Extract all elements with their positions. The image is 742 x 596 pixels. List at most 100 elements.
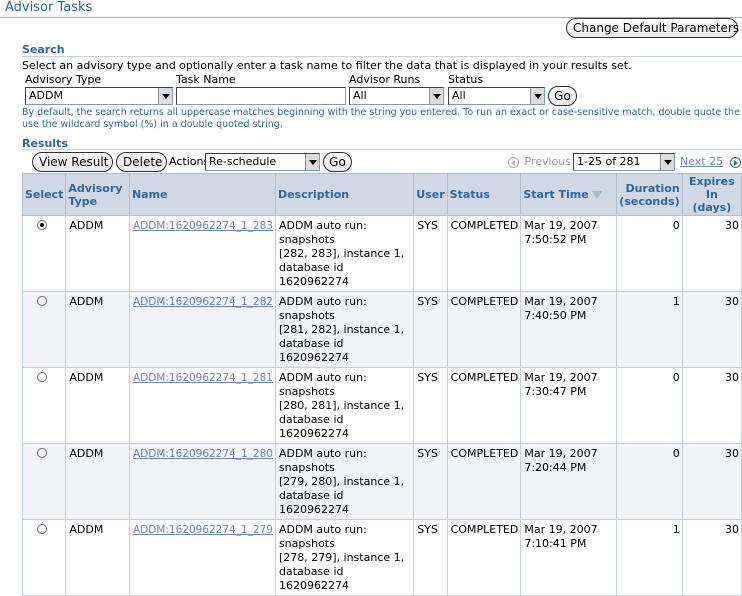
table-row: ADDM ADDM:1620962274_1_280 ADDM auto run… bbox=[21, 443, 742, 520]
search-divider bbox=[22, 56, 742, 57]
status-label: Status bbox=[448, 73, 484, 86]
col-start-time[interactable]: Start Time bbox=[520, 173, 618, 216]
row-name-cell: ADDM:1620962274_1_283 bbox=[128, 215, 276, 292]
actions-go-button[interactable]: Go bbox=[323, 152, 352, 172]
search-go-button[interactable]: Go bbox=[548, 86, 577, 106]
advisory-type-label: Advisory Type bbox=[25, 73, 102, 86]
row-select-cell bbox=[21, 215, 67, 292]
search-heading: Search bbox=[22, 43, 65, 56]
view-result-button[interactable]: View Result bbox=[32, 152, 113, 172]
row-expires: 30 bbox=[681, 519, 742, 596]
row-description-line: ADDM auto run: snapshots bbox=[278, 447, 367, 474]
row-name-link[interactable]: ADDM:1620962274_1_282 bbox=[133, 296, 273, 308]
next-label: Next 25 bbox=[680, 155, 724, 168]
next-arrow-icon bbox=[729, 156, 741, 168]
row-description: ADDM auto run: snapshots [280, 281], inst… bbox=[274, 367, 415, 444]
col-select: Select bbox=[21, 173, 67, 216]
row-user: SYS bbox=[413, 367, 448, 444]
row-name-link[interactable]: ADDM:1620962274_1_280 bbox=[133, 448, 273, 460]
row-select-cell bbox=[21, 367, 67, 444]
row-description: ADDM auto run: snapshots [282, 283], inst… bbox=[274, 215, 415, 292]
col-duration[interactable]: Duration (seconds) bbox=[616, 173, 683, 216]
row-duration: 0 bbox=[616, 215, 683, 292]
row-expires: 30 bbox=[681, 291, 742, 368]
row-type: ADDM bbox=[65, 215, 130, 292]
chevron-down-icon bbox=[305, 154, 319, 170]
row-name-link[interactable]: ADDM:1620962274_1_283 bbox=[133, 220, 273, 232]
row-user: SYS bbox=[413, 443, 448, 520]
row-radio[interactable] bbox=[37, 524, 47, 534]
row-description-line: [280, 281], instance 1, bbox=[278, 399, 405, 412]
chevron-down-icon bbox=[429, 88, 443, 104]
row-name-link[interactable]: ADDM:1620962274_1_281 bbox=[133, 372, 273, 384]
page-range-select[interactable]: 1-25 of 281 bbox=[573, 153, 675, 171]
delete-button[interactable]: Delete bbox=[116, 152, 167, 172]
col-advisory-type[interactable]: Advisory Type bbox=[65, 173, 130, 216]
previous-arrow-icon bbox=[508, 156, 519, 168]
col-advisory-type-line1: Advisory bbox=[68, 181, 123, 195]
row-user: SYS bbox=[413, 519, 448, 596]
task-name-label: Task Name bbox=[176, 73, 236, 86]
next-link[interactable]: Next 25 bbox=[680, 155, 741, 168]
row-start-clock: 7:40:50 PM bbox=[524, 309, 587, 322]
row-description-line: database id 1620962274 bbox=[278, 413, 349, 440]
row-radio[interactable] bbox=[37, 448, 47, 458]
actions-select[interactable]: Re-schedule bbox=[205, 153, 320, 171]
task-name-input[interactable] bbox=[176, 87, 346, 105]
col-status[interactable]: Status bbox=[446, 173, 522, 216]
row-start-time: Mar 19, 2007 7:50:52 PM bbox=[520, 215, 618, 292]
row-radio[interactable] bbox=[37, 296, 47, 306]
col-expires[interactable]: Expires In (days) bbox=[681, 173, 742, 216]
table-row: ADDM ADDM:1620962274_1_282 ADDM auto run… bbox=[21, 291, 742, 368]
row-start-clock: 7:50:52 PM bbox=[524, 233, 587, 246]
status-select[interactable]: All bbox=[448, 87, 545, 105]
col-expires-line1: Expires In bbox=[689, 175, 735, 201]
row-description-line: database id 1620962274 bbox=[278, 565, 349, 592]
advisor-runs-select[interactable]: All bbox=[349, 87, 444, 105]
row-description-line: database id 1620962274 bbox=[278, 261, 349, 288]
sort-descending-icon bbox=[591, 191, 602, 199]
row-start-time: Mar 19, 2007 7:20:44 PM bbox=[520, 443, 618, 520]
advisory-type-select[interactable]: ADDM bbox=[25, 87, 173, 105]
row-description: ADDM auto run: snapshots [278, 279], inst… bbox=[274, 519, 415, 596]
previous-label: Previous bbox=[524, 155, 572, 168]
row-name-cell: ADDM:1620962274_1_281 bbox=[128, 367, 276, 444]
table-header-row: Select Advisory Type Name Description Us… bbox=[21, 173, 742, 216]
results-divider bbox=[22, 149, 742, 150]
row-start-clock: 7:10:41 PM bbox=[524, 537, 587, 550]
previous-link[interactable]: Previous bbox=[508, 155, 571, 168]
col-name[interactable]: Name bbox=[128, 173, 276, 216]
status-value: All bbox=[452, 89, 466, 102]
row-user: SYS bbox=[413, 215, 448, 292]
row-name-cell: ADDM:1620962274_1_279 bbox=[128, 519, 276, 596]
row-start-clock: 7:20:44 PM bbox=[524, 461, 587, 474]
row-description-line: ADDM auto run: snapshots bbox=[278, 219, 367, 246]
row-type: ADDM bbox=[65, 519, 130, 596]
row-start-date: Mar 19, 2007 bbox=[524, 523, 598, 536]
row-description-line: [282, 283], instance 1, bbox=[278, 247, 405, 260]
row-name-link[interactable]: ADDM:1620962274_1_279 bbox=[133, 524, 273, 536]
row-type: ADDM bbox=[65, 443, 130, 520]
row-type: ADDM bbox=[65, 291, 130, 368]
row-radio[interactable] bbox=[37, 372, 47, 382]
change-default-parameters-button[interactable]: Change Default Parameters bbox=[566, 18, 739, 38]
page-range-value: 1-25 of 281 bbox=[577, 155, 641, 168]
col-duration-line2: (seconds) bbox=[619, 194, 680, 208]
row-description-line: database id 1620962274 bbox=[278, 489, 349, 516]
row-description-line: [278, 279], instance 1, bbox=[278, 551, 405, 564]
row-description: ADDM auto run: snapshots [279, 280], inst… bbox=[274, 443, 415, 520]
chevron-down-icon bbox=[660, 154, 674, 170]
row-expires: 30 bbox=[681, 215, 742, 292]
col-user[interactable]: User bbox=[413, 173, 448, 216]
col-expires-line2: (days) bbox=[692, 201, 732, 214]
row-expires: 30 bbox=[681, 443, 742, 520]
col-description[interactable]: Description bbox=[274, 173, 415, 216]
row-user: SYS bbox=[413, 291, 448, 368]
row-status: COMPLETED bbox=[446, 519, 522, 596]
row-status: COMPLETED bbox=[446, 291, 522, 368]
row-status: COMPLETED bbox=[446, 443, 522, 520]
search-hint-line-1: By default, the search returns all upper… bbox=[22, 107, 742, 118]
row-description: ADDM auto run: snapshots [281, 282], inst… bbox=[274, 291, 415, 368]
row-radio[interactable] bbox=[37, 220, 47, 230]
actions-value: Re-schedule bbox=[209, 155, 277, 168]
